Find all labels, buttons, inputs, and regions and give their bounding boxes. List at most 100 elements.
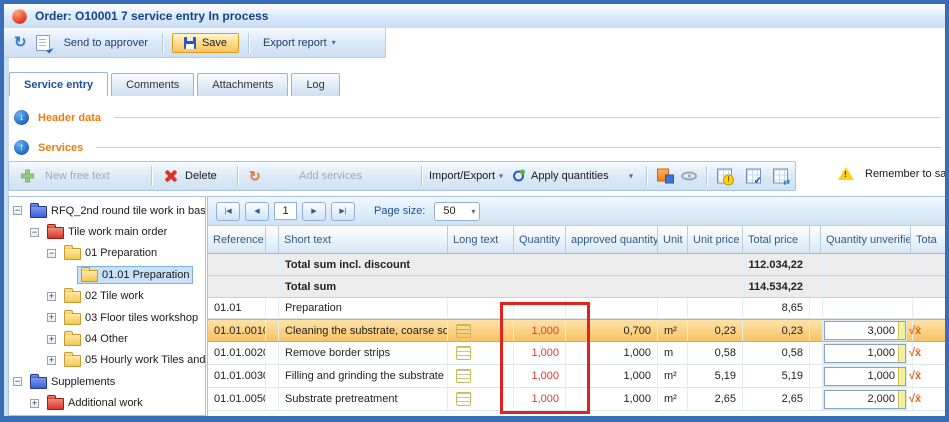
table-row-01-01-0030[interactable]: 01.01.0030Filling and grinding the subst… [208,365,945,388]
cell-spacer1 [266,388,279,410]
quantity-unverified-input[interactable]: 1,000 [824,367,906,386]
tree-item[interactable]: +05 Hourly work Tiles and [9,350,205,371]
tree-item-label: 01.01 Preparation [102,269,189,281]
column-header-short_text[interactable]: Short text [279,226,448,253]
cell-unit: m [658,342,688,364]
tree-node-02-tile-work[interactable]: 02 Tile work [60,287,148,305]
cell-total_cut [913,298,945,318]
tree-expander-icon[interactable]: − [13,377,22,386]
quantity-unverified-input[interactable]: 3,000 [824,321,906,340]
tree-expander-icon[interactable]: + [30,399,39,408]
tree-node-04-other[interactable]: 04 Other [60,330,132,348]
tree-node-05-hourly-work-tiles-and[interactable]: 05 Hourly work Tiles and [60,351,206,369]
grid-warning-icon[interactable] [717,169,732,184]
last-page-button[interactable]: ▶| [331,202,355,221]
tree-expander-icon[interactable]: + [47,335,56,344]
long-text-note-icon[interactable] [456,392,471,406]
tree-item[interactable]: 01.01 Preparation [9,264,205,285]
cell-long_text [448,388,514,410]
cell-reference [208,254,266,275]
long-text-note-icon[interactable] [456,324,471,338]
next-page-button[interactable]: ▶ [302,202,326,221]
tab-service-entry[interactable]: Service entry [9,72,108,96]
tree-expander-icon[interactable]: + [47,356,56,365]
column-header-long_text[interactable]: Long text [448,226,514,253]
prev-page-button[interactable]: ◀ [245,202,269,221]
tab-log[interactable]: Log [291,73,339,96]
collapse-up-icon[interactable]: ↑ [14,140,29,155]
grid-check-icon[interactable] [746,169,761,184]
long-text-note-icon[interactable] [456,369,471,383]
import-export-button[interactable]: Import/Export [429,170,495,182]
edit-document-icon[interactable] [36,35,50,51]
page-size-select[interactable]: 50 ▾ [434,202,480,221]
export-report-button[interactable]: Export report ▾ [258,34,341,52]
section-divider [114,117,941,118]
tree-item[interactable]: −Supplements [9,371,205,392]
quantity-unverified-input[interactable]: 2,000 [824,390,906,409]
paste-icon[interactable] [657,169,674,184]
tree-node-rfq-2nd-round-tile-work-in-base[interactable]: RFQ_2nd round tile work in base [26,202,206,220]
tree-item[interactable]: −Tile work main order [9,221,205,242]
expand-down-icon[interactable]: ↓ [14,110,29,125]
table-row-total-sum[interactable]: Total sum114.534,22 [208,276,945,298]
apply-quantities-button[interactable]: Apply quantities [531,170,609,182]
tree-node-01-01-preparation[interactable]: 01.01 Preparation [77,266,193,284]
column-header-quantity[interactable]: Quantity [514,226,566,253]
table-row-01-01-0010[interactable]: 01.01.0010Cleaning the substrate, coarse… [208,319,945,342]
save-button[interactable]: Save [172,33,239,53]
tree-node-01-preparation[interactable]: 01 Preparation [60,244,161,262]
column-header-total_price[interactable]: Total price [743,226,810,253]
tree-expander-icon[interactable]: − [47,249,56,258]
cell-short_text: Substrate pretreatment [279,388,448,410]
cell-total_cut [913,342,945,364]
tree-item[interactable]: −RFQ_2nd round tile work in base [9,200,205,221]
header-data-section[interactable]: ↓ Header data [14,110,941,125]
tree-item[interactable]: +04 Other [9,328,205,349]
first-page-button[interactable]: |◀ [216,202,240,221]
tree-expander-icon[interactable]: + [47,313,56,322]
tree-item[interactable]: − 01 Preparation [9,243,205,264]
cell-quantity_unverified: 1,000√x̄ [823,342,913,364]
column-header-approved_quantity[interactable]: approved quantity [566,226,658,253]
tree-node-tile-work-main-order[interactable]: Tile work main order [43,223,171,241]
services-section[interactable]: ↑ Services [14,140,941,155]
cell-approved_quantity: 1,000 [566,388,658,410]
table-row-total-sum-incl-discount[interactable]: Total sum incl. discount112.034,22 [208,254,945,276]
long-text-note-icon[interactable] [456,346,471,360]
tab-attachments[interactable]: Attachments [197,73,288,96]
tree-node-03-floor-tiles-workshop[interactable]: 03 Floor tiles workshop [60,309,202,327]
refresh-icon[interactable]: ↻ [14,35,27,50]
page-number-input[interactable]: 1 [274,202,297,220]
cell-long_text [448,254,514,275]
preview-eye-icon[interactable] [681,172,697,181]
tree-item[interactable]: +03 Floor tiles workshop [9,307,205,328]
column-header-spacer2[interactable] [810,226,821,253]
tree-node-supplements[interactable]: Supplements [26,373,119,391]
new-free-text-button[interactable]: New free text [45,170,110,182]
column-header-quantity_unverified[interactable]: Quantity unverified [821,226,911,253]
header-data-label: Header data [38,112,101,124]
column-header-spacer1[interactable] [266,226,279,253]
quantity-unverified-input[interactable]: 1,000 [824,344,906,363]
column-header-unit_price[interactable]: Unit price [688,226,743,253]
tree-item[interactable]: +02 Tile work [9,286,205,307]
table-row-01-01-0020[interactable]: 01.01.0020Remove border strips1,0001,000… [208,342,945,365]
send-to-approver-button[interactable]: Send to approver [59,34,153,52]
table-row-01-01-0050[interactable]: 01.01.0050Substrate pretreatment1,0001,0… [208,388,945,411]
tree-node-additional-work[interactable]: Additional work [43,394,147,412]
column-header-total_cut[interactable]: Tota [911,226,945,253]
table-row-01-01[interactable]: 01.01Preparation8,65 [208,298,945,319]
add-services-button[interactable]: Add services [299,170,362,182]
tab-comments[interactable]: Comments [111,73,194,96]
delete-button[interactable]: Delete [185,170,217,182]
tree-item[interactable]: + Additional work [9,393,205,414]
column-header-reference[interactable]: Reference [208,226,266,253]
tree-expander-icon[interactable]: − [30,228,39,237]
grid-transfer-icon[interactable] [773,169,788,184]
tree-item-label: 01 Preparation [85,247,157,259]
tree-expander-icon[interactable]: − [13,206,22,215]
tree-expander-icon[interactable]: + [47,292,56,301]
column-header-unit[interactable]: Unit [658,226,688,253]
cell-quantity_unverified [823,276,913,297]
